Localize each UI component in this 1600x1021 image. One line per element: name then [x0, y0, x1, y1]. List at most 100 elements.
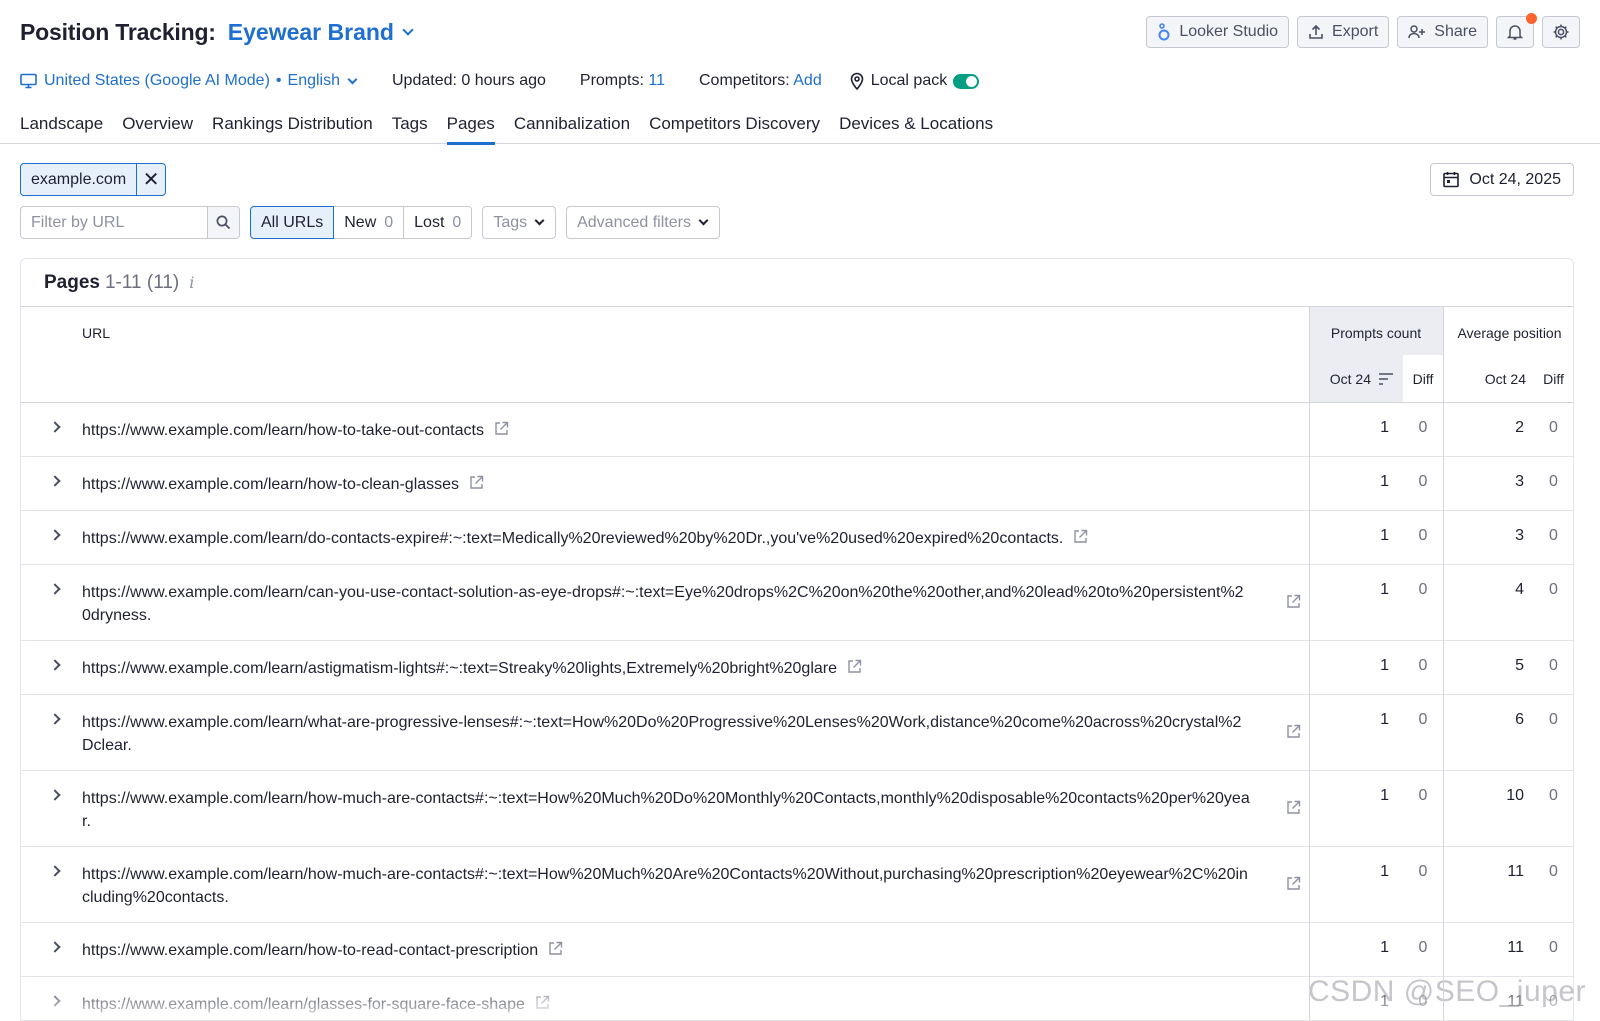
share-button[interactable]: Share	[1397, 16, 1488, 48]
url-status-segment: All URLs New 0 Lost 0	[250, 206, 473, 239]
prompts-count-cell: 1	[1380, 787, 1389, 804]
prompts-diff-cell: 0	[1418, 473, 1428, 490]
table-row[interactable]: https://www.example.com/learn/how-to-tak…	[21, 403, 1573, 457]
page-url[interactable]: https://www.example.com/learn/astigmatis…	[82, 657, 862, 680]
page-url[interactable]: https://www.example.com/learn/can-you-us…	[82, 581, 1252, 627]
results-range: 1-11 (11)	[104, 271, 180, 293]
prompts-diff-cell: 0	[1418, 581, 1428, 598]
expand-chevron-icon[interactable]	[49, 475, 61, 487]
external-link-icon[interactable]	[1286, 800, 1301, 814]
page-url[interactable]: https://www.example.com/learn/how-to-tak…	[82, 419, 509, 442]
column-divider	[1443, 307, 1444, 402]
table-row[interactable]: https://www.example.com/learn/how-to-rea…	[21, 923, 1573, 977]
prompts-count[interactable]: Prompts: 11	[580, 72, 665, 90]
external-link-icon[interactable]	[1286, 876, 1301, 890]
search-button[interactable]	[207, 207, 239, 238]
page-url[interactable]: https://www.example.com/learn/how-much-a…	[82, 863, 1252, 909]
prompts-diff-cell: 0	[1418, 787, 1428, 804]
domain-filter-chip[interactable]: example.com ✕	[20, 163, 167, 196]
table-body: https://www.example.com/learn/how-to-tak…	[21, 403, 1573, 1020]
looker-studio-button[interactable]: Looker Studio	[1146, 16, 1290, 48]
prompts-diff-cell: 0	[1418, 657, 1428, 674]
local-pack-toggle[interactable]	[953, 73, 980, 89]
table-row[interactable]: https://www.example.com/learn/astigmatis…	[21, 641, 1573, 695]
table-row[interactable]: https://www.example.com/learn/can-you-us…	[21, 565, 1573, 641]
tab-devices-locations[interactable]: Devices & Locations	[839, 114, 993, 144]
project-selector[interactable]: Eyewear Brand	[228, 19, 416, 46]
external-link-icon[interactable]	[469, 474, 484, 489]
external-link-icon[interactable]	[535, 994, 550, 1009]
external-link-icon[interactable]	[1286, 724, 1301, 738]
location-pin-icon	[850, 72, 864, 90]
expand-chevron-icon[interactable]	[49, 713, 61, 725]
expand-chevron-icon[interactable]	[49, 789, 61, 801]
export-icon	[1309, 24, 1323, 39]
prompts-diff-header[interactable]: Diff	[1403, 355, 1443, 402]
notifications-button[interactable]	[1496, 13, 1537, 48]
page-url[interactable]: https://www.example.com/learn/do-contact…	[82, 527, 1088, 550]
column-divider	[1309, 307, 1310, 402]
avg-position-cell: 6	[1515, 711, 1524, 728]
page-title: Position Tracking:	[20, 18, 216, 45]
sort-prompts-date[interactable]: Oct 24	[1309, 355, 1403, 402]
avg-position-diff-cell: 0	[1549, 657, 1558, 674]
prompts-diff-cell: 0	[1418, 711, 1428, 728]
tab-cannibalization[interactable]: Cannibalization	[514, 114, 630, 144]
expand-chevron-icon[interactable]	[49, 529, 61, 541]
avg-position-diff-cell: 0	[1549, 711, 1558, 728]
export-button[interactable]: Export	[1297, 16, 1390, 48]
column-divider	[1443, 403, 1444, 1020]
prompts-count-cell: 1	[1380, 527, 1389, 544]
close-icon[interactable]: ✕	[136, 164, 165, 195]
external-link-icon[interactable]	[1286, 594, 1301, 608]
avg-position-diff-cell: 0	[1549, 527, 1558, 544]
tab-overview[interactable]: Overview	[122, 114, 193, 144]
expand-chevron-icon[interactable]	[49, 995, 61, 1007]
page-url[interactable]: https://www.example.com/learn/how-to-rea…	[82, 939, 563, 962]
external-link-icon[interactable]	[847, 658, 862, 673]
tab-competitors-discovery[interactable]: Competitors Discovery	[649, 114, 820, 144]
chevron-down-icon	[347, 74, 358, 84]
expand-chevron-icon[interactable]	[49, 421, 61, 433]
page-url[interactable]: https://www.example.com/learn/glasses-fo…	[82, 993, 550, 1016]
advanced-filters-dropdown[interactable]: Advanced filters	[566, 206, 720, 239]
tags-dropdown[interactable]: Tags	[482, 206, 557, 239]
external-link-icon[interactable]	[548, 940, 563, 955]
expand-chevron-icon[interactable]	[49, 941, 61, 953]
url-filter-input[interactable]	[21, 207, 207, 238]
info-icon[interactable]: i	[189, 273, 194, 292]
prompts-count-cell: 1	[1380, 863, 1389, 880]
external-link-icon[interactable]	[494, 420, 509, 435]
lost-urls-option[interactable]: Lost 0	[404, 206, 473, 239]
table-row[interactable]: https://www.example.com/learn/how-much-a…	[21, 847, 1573, 923]
table-row[interactable]: https://www.example.com/learn/how-to-cle…	[21, 457, 1573, 511]
expand-chevron-icon[interactable]	[49, 583, 61, 595]
expand-chevron-icon[interactable]	[49, 865, 61, 877]
page-url[interactable]: https://www.example.com/learn/how-to-cle…	[82, 473, 484, 496]
expand-chevron-icon[interactable]	[49, 659, 61, 671]
avg-position-date-header[interactable]: Oct 24	[1444, 355, 1532, 402]
all-urls-option[interactable]: All URLs	[250, 206, 335, 239]
add-competitors-link[interactable]: Add	[793, 72, 821, 89]
page-url[interactable]: https://www.example.com/learn/what-are-p…	[82, 711, 1252, 757]
new-urls-option[interactable]: New 0	[334, 206, 405, 239]
pages-panel: Pages 1-11 (11) i URL Prompts count Oct …	[20, 258, 1574, 1021]
tab-rankings-distribution[interactable]: Rankings Distribution	[212, 114, 373, 144]
tab-pages[interactable]: Pages	[446, 114, 496, 145]
tab-tags[interactable]: Tags	[392, 114, 428, 144]
panel-header: Pages 1-11 (11) i	[21, 259, 1573, 307]
settings-button[interactable]	[1542, 16, 1580, 48]
external-link-icon[interactable]	[1073, 528, 1088, 543]
table-row[interactable]: https://www.example.com/learn/do-contact…	[21, 511, 1573, 565]
column-group-prompts-count: Prompts count Oct 24 Diff	[1309, 307, 1443, 402]
page-url[interactable]: https://www.example.com/learn/how-much-a…	[82, 787, 1252, 833]
avg-position-cell: 3	[1515, 473, 1524, 490]
location-selector[interactable]: United States (Google AI Mode) • English	[20, 72, 358, 90]
project-meta: United States (Google AI Mode) • English…	[20, 70, 1580, 92]
url-filter	[20, 206, 240, 239]
avg-position-diff-header[interactable]: Diff	[1532, 355, 1573, 402]
table-row[interactable]: https://www.example.com/learn/how-much-a…	[21, 771, 1573, 847]
tab-landscape[interactable]: Landscape	[20, 114, 103, 144]
date-picker-button[interactable]: Oct 24, 2025	[1430, 163, 1574, 196]
table-row[interactable]: https://www.example.com/learn/what-are-p…	[21, 695, 1573, 771]
